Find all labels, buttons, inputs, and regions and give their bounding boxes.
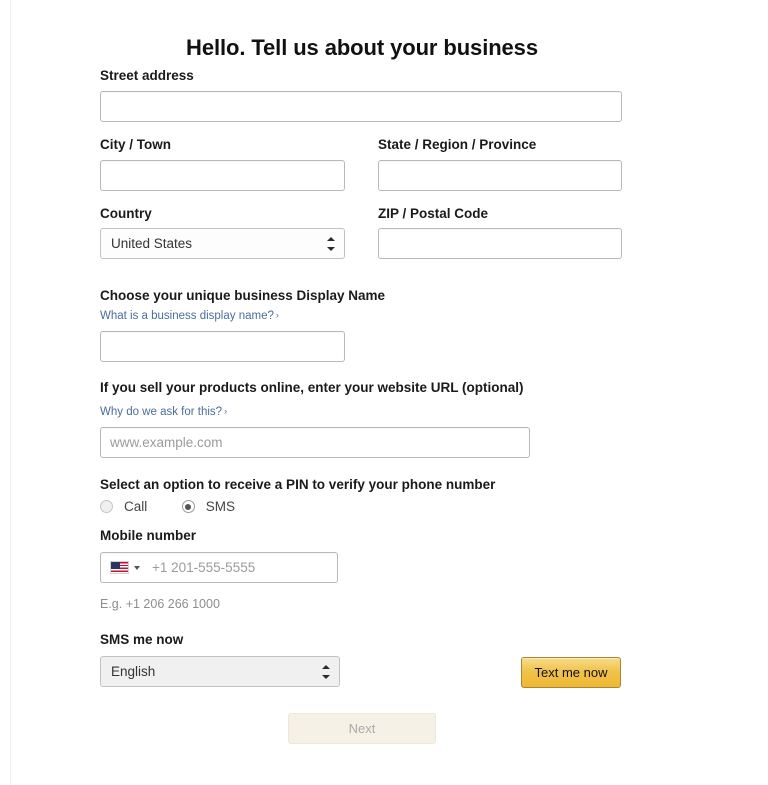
- website-help-link[interactable]: Why do we ask for this? ›: [100, 405, 227, 419]
- display-name-label: Choose your unique business Display Name: [100, 288, 386, 303]
- mobile-number-label: Mobile number: [100, 528, 197, 543]
- display-name-help-text: What is a business display name?: [100, 310, 274, 322]
- radio-icon: [100, 500, 113, 513]
- website-help-text: Why do we ask for this?: [100, 406, 223, 418]
- city-input[interactable]: [100, 160, 345, 191]
- street-address-label: Street address: [100, 68, 194, 83]
- us-flag-icon: [110, 561, 129, 574]
- next-button-wrapper: Next: [288, 713, 436, 744]
- text-me-now-button[interactable]: Text me now: [521, 657, 621, 688]
- display-name-help-link[interactable]: What is a business display name? ›: [100, 309, 279, 323]
- zip-label: ZIP / Postal Code: [378, 206, 489, 221]
- pin-option-call-label: Call: [124, 499, 148, 514]
- chevron-down-icon: [134, 565, 140, 570]
- pin-option-label: Select an option to receive a PIN to ver…: [100, 477, 496, 492]
- country-select[interactable]: United States: [100, 228, 345, 259]
- radio-selected-icon: [181, 500, 195, 513]
- country-label: Country: [100, 206, 152, 221]
- chevron-right-icon: ›: [275, 310, 279, 320]
- chevron-right-icon: ›: [224, 406, 228, 416]
- website-url-label: If you sell your products online, enter …: [100, 380, 524, 395]
- phone-number-hint: E.g. +1 206 266 1000: [100, 597, 220, 611]
- mobile-number-field: +1 201-555-5555: [100, 552, 338, 583]
- country-select-value: United States: [100, 228, 345, 259]
- pin-option-call[interactable]: Call: [100, 499, 147, 514]
- registration-page: Hello. Tell us about your business Stree…: [0, 0, 768, 785]
- pin-option-sms-label: SMS: [205, 499, 235, 514]
- country-flag-selector[interactable]: [101, 561, 146, 574]
- language-select[interactable]: English: [100, 656, 340, 687]
- sms-me-now-label: SMS me now: [100, 632, 184, 647]
- phone-number-placeholder: +1 201-555-5555: [152, 560, 256, 575]
- website-url-input[interactable]: [100, 427, 530, 458]
- zip-input[interactable]: [378, 228, 622, 259]
- city-label: City / Town: [100, 137, 171, 152]
- pin-option-sms[interactable]: SMS: [181, 499, 235, 514]
- display-name-input[interactable]: [100, 331, 345, 362]
- next-button[interactable]: Next: [288, 713, 436, 744]
- page-title: Hello. Tell us about your business: [186, 34, 538, 60]
- pin-option-radio-group: Call SMS: [100, 499, 265, 518]
- language-select-value: English: [100, 656, 340, 687]
- state-label: State / Region / Province: [378, 137, 537, 152]
- text-me-now-wrapper: Text me now: [521, 657, 621, 688]
- street-address-input[interactable]: [100, 91, 622, 122]
- phone-input-wrapper[interactable]: +1 201-555-5555: [100, 552, 338, 583]
- state-input[interactable]: [378, 160, 622, 191]
